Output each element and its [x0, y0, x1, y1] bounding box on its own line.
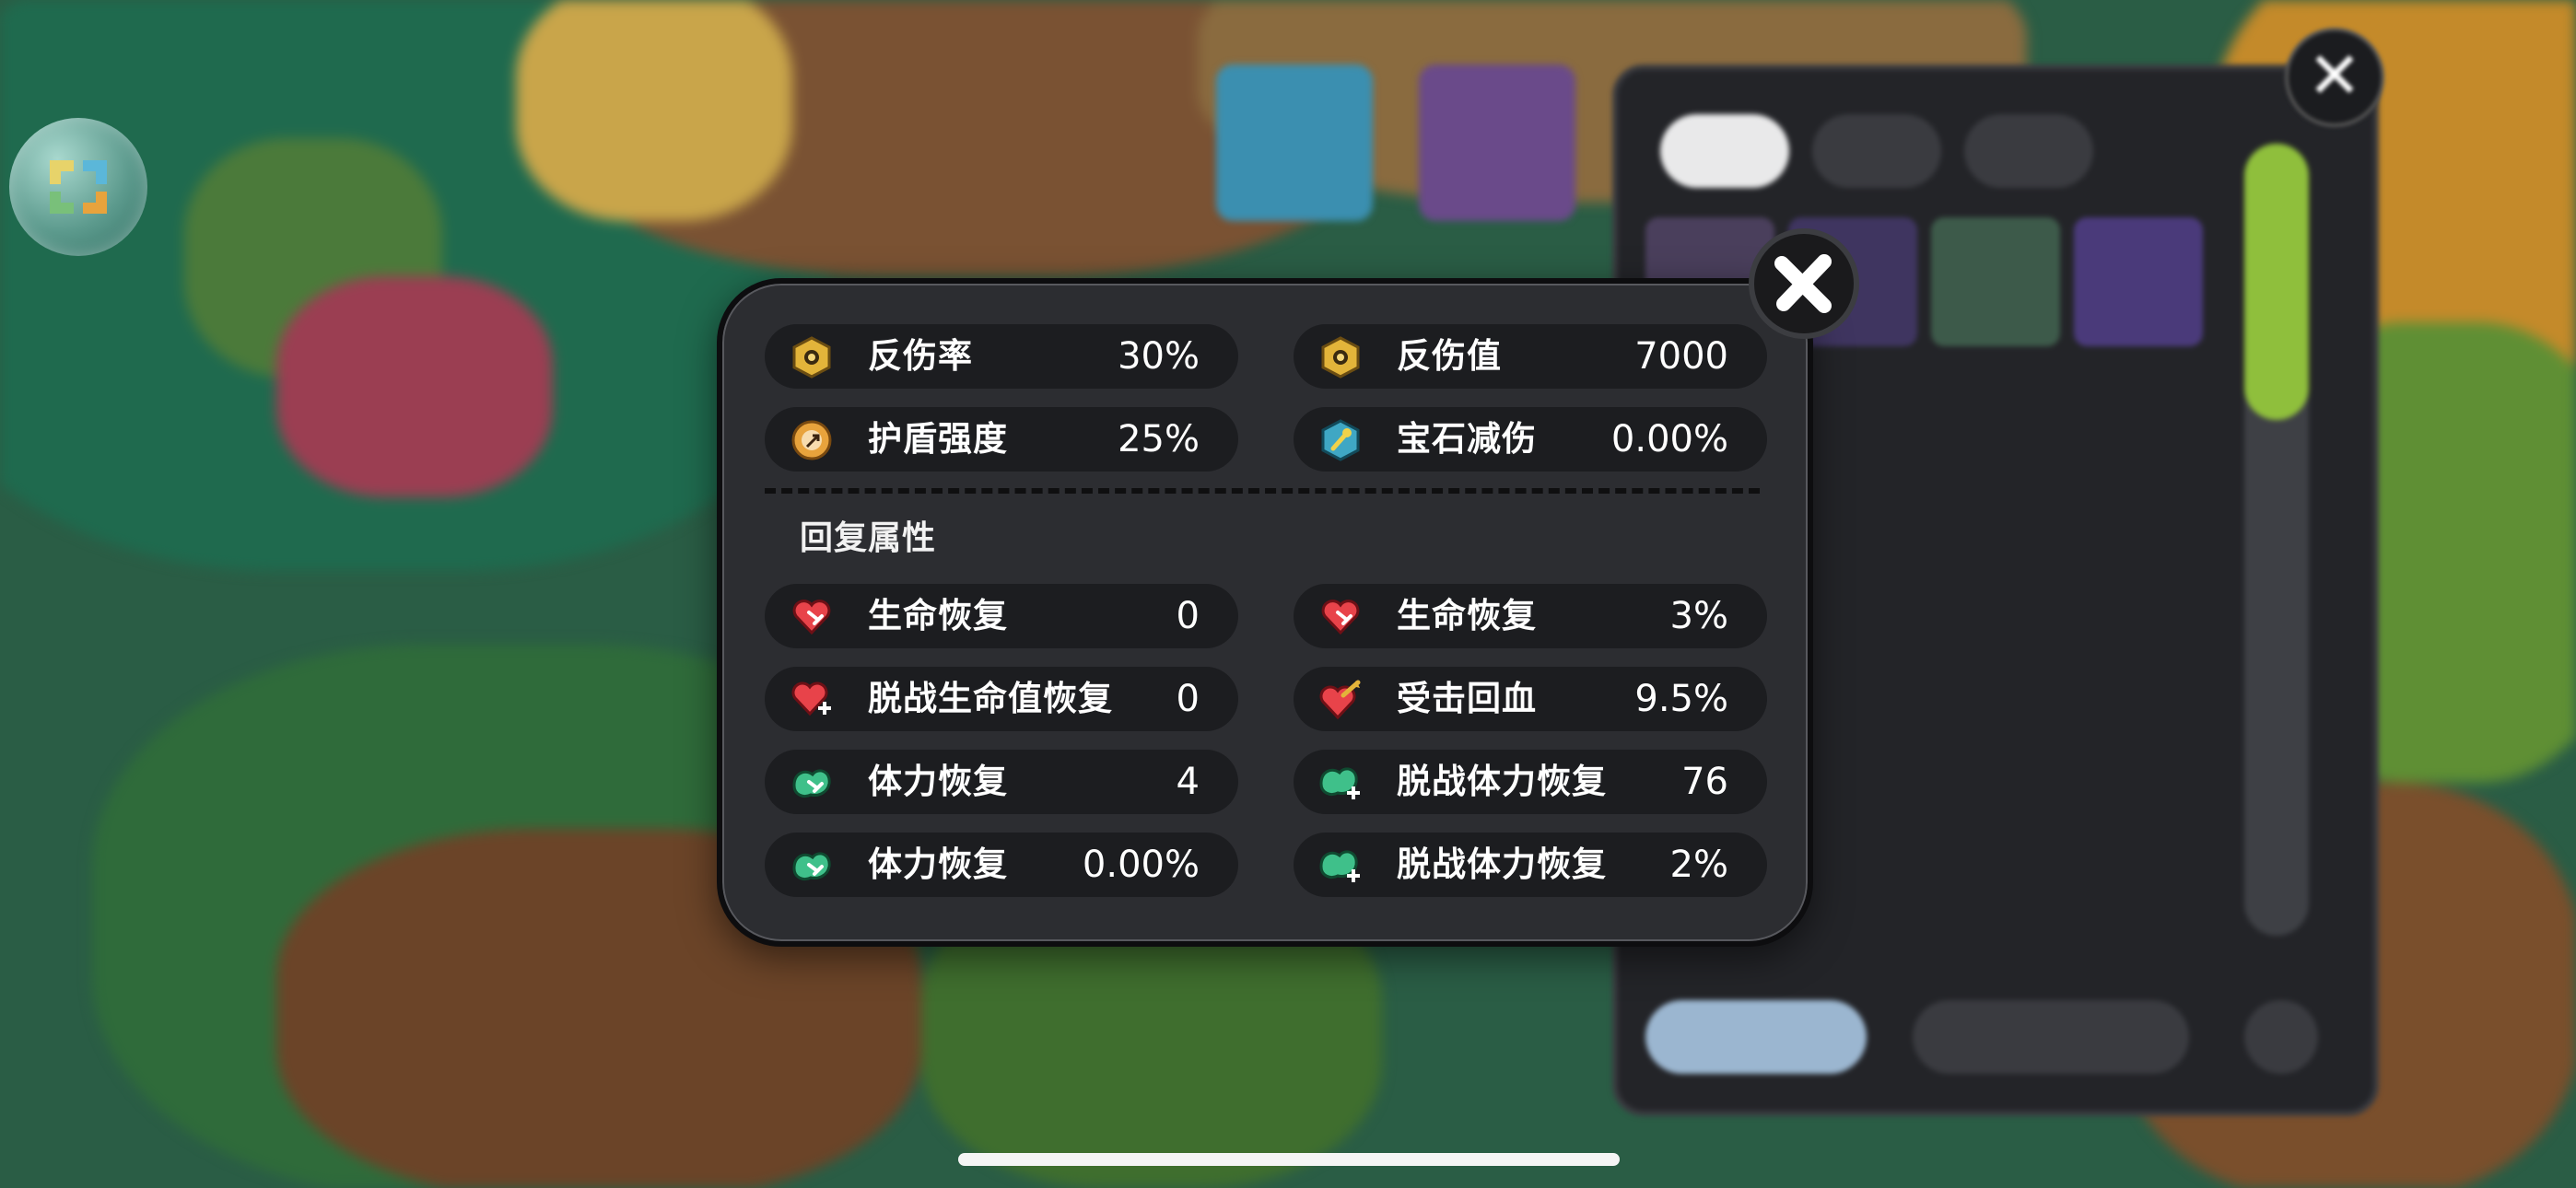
stat-value: 76 — [1681, 761, 1728, 803]
scrollbar-thumb[interactable] — [2244, 144, 2309, 420]
stat-row-hp-regen: 生命恢复 0 — [765, 584, 1238, 648]
stat-row-hp-regen-percent: 生命恢复 3% — [1294, 584, 1767, 648]
stat-value: 0.00% — [1610, 418, 1728, 460]
section-title-recovery: 回复属性 — [800, 519, 937, 557]
stat-row-shield-strength: 护盾强度 25% — [765, 407, 1238, 472]
stat-value: 3% — [1669, 595, 1728, 637]
stat-label: 生命恢复 — [1397, 596, 1537, 635]
stat-value: 2% — [1669, 844, 1728, 886]
stat-label: 反伤率 — [868, 336, 973, 376]
stat-row-reflect-rate: 反伤率 30% — [765, 324, 1238, 389]
heart-hit-icon — [1319, 680, 1361, 720]
shield-strength-icon — [791, 420, 832, 460]
stamina-plus-icon — [1319, 767, 1360, 799]
stat-label: 体力恢复 — [868, 844, 1008, 884]
inventory-footer-button[interactable] — [1913, 1000, 2189, 1074]
gem-reduction-icon — [1321, 419, 1360, 461]
close-inventory-button[interactable]: ✕ — [2285, 28, 2384, 127]
close-popup-button[interactable] — [1749, 228, 1859, 339]
stamina-regen-icon — [792, 769, 831, 798]
stat-label: 脱战体力恢复 — [1397, 844, 1607, 884]
inventory-scrollbar[interactable] — [2244, 144, 2309, 936]
stat-label: 生命恢复 — [868, 596, 1008, 635]
reflect-shield-icon — [792, 336, 831, 379]
stat-value: 0 — [1176, 678, 1200, 720]
home-indicator[interactable] — [958, 1153, 1620, 1166]
stamina-plus-icon — [1319, 850, 1360, 882]
stat-label: 受击回血 — [1397, 679, 1537, 718]
stat-row-reflect-value: 反伤值 7000 — [1294, 324, 1767, 389]
stat-row-stamina-regen-percent: 体力恢复 0.00% — [765, 833, 1238, 897]
stat-value: 4 — [1176, 761, 1200, 803]
section-divider — [765, 488, 1760, 494]
heart-regen-icon — [792, 600, 831, 635]
inventory-tab-2[interactable] — [1812, 114, 1941, 188]
stat-label: 反伤值 — [1397, 336, 1502, 376]
equipment-cards — [1216, 55, 1622, 295]
inventory-tab-3[interactable] — [1964, 114, 2093, 188]
stat-value: 7000 — [1634, 335, 1728, 378]
menu-bubble-button[interactable] — [9, 118, 147, 256]
stat-label: 脱战体力恢复 — [1397, 762, 1607, 801]
stat-value: 9.5% — [1634, 678, 1728, 720]
stat-value: 30% — [1118, 335, 1200, 378]
stat-row-stamina-regen: 体力恢复 4 — [765, 750, 1238, 814]
stat-row-out-of-combat-stamina-regen-percent: 脱战体力恢复 2% — [1294, 833, 1767, 897]
inventory-footer-button[interactable] — [2244, 1000, 2318, 1074]
stat-label: 脱战生命值恢复 — [868, 679, 1113, 718]
inventory-slot[interactable] — [1931, 217, 2060, 346]
inventory-footer-button[interactable] — [1645, 1000, 1867, 1074]
stat-row-gem-reduction: 宝石减伤 0.00% — [1294, 407, 1767, 472]
stat-value: 0.00% — [1082, 844, 1200, 886]
stat-label: 护盾强度 — [868, 419, 1008, 459]
reflect-shield-icon — [1321, 336, 1360, 379]
inventory-slot[interactable] — [2074, 217, 2203, 346]
stat-label: 宝石减伤 — [1397, 419, 1537, 459]
inventory-tab-1[interactable] — [1660, 114, 1789, 188]
heart-plus-icon — [791, 681, 831, 716]
stat-row-heal-on-hit: 受击回血 9.5% — [1294, 667, 1767, 731]
stat-value: 0 — [1176, 595, 1200, 637]
stat-row-out-of-combat-stamina-regen: 脱战体力恢复 76 — [1294, 750, 1767, 814]
stat-row-out-of-combat-hp-regen: 脱战生命值恢复 0 — [765, 667, 1238, 731]
stat-value: 25% — [1118, 418, 1200, 460]
heart-regen-icon — [1321, 600, 1360, 635]
close-icon — [1774, 254, 1832, 313]
game-logo-icon — [50, 160, 107, 214]
stamina-regen-icon — [792, 852, 831, 881]
stat-label: 体力恢复 — [868, 762, 1008, 801]
